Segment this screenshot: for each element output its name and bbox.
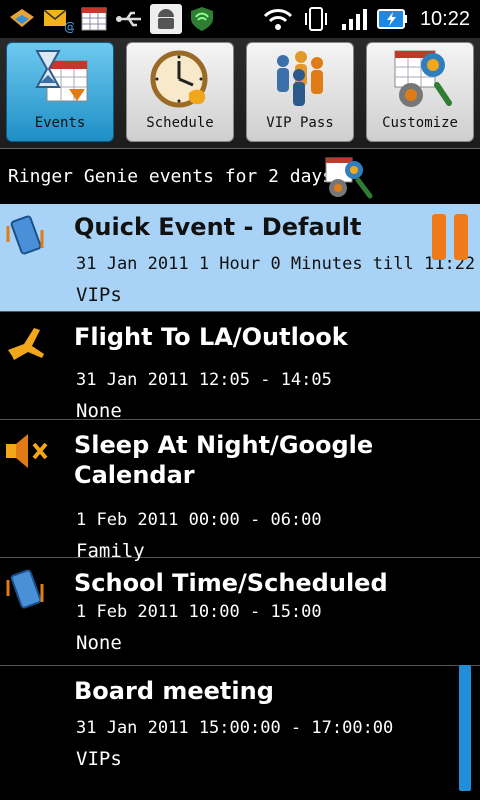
svg-text:@: @: [64, 20, 74, 33]
event-time: 1 Feb 2011 10:00 - 15:00: [76, 602, 322, 622]
vibrate-icon: [300, 4, 332, 34]
pause-icon: [432, 214, 446, 260]
event-title: Quick Event - Default: [74, 213, 362, 241]
app-icon: [6, 4, 38, 34]
calendar-settings-icon[interactable]: [324, 156, 376, 200]
list-item[interactable]: Flight To LA/Outlook 31 Jan 2011 12:05 -…: [0, 312, 480, 422]
event-who: None: [76, 400, 122, 422]
list-item[interactable]: Sleep At Night/Google Calendar 1 Feb 201…: [0, 420, 480, 562]
clock-icon: [149, 47, 213, 111]
tab-vip-pass-label: VIP Pass: [266, 115, 334, 131]
calendar-icon: [78, 4, 110, 34]
event-title: Board meeting: [74, 677, 274, 705]
tab-events-label: Events: [34, 115, 86, 131]
event-who: VIPs: [76, 284, 122, 306]
shield-icon: [186, 4, 218, 34]
tab-customize[interactable]: Customize: [366, 42, 474, 142]
events-header: Ringer Genie events for 2 days:: [8, 166, 344, 187]
vibrate-phone-icon: [4, 212, 50, 258]
event-title: School Time/Scheduled: [74, 569, 388, 597]
signal-icon: [338, 4, 370, 34]
tab-vip-pass[interactable]: VIP Pass: [246, 42, 354, 142]
tab-schedule[interactable]: Schedule: [126, 42, 234, 142]
event-time: 31 Jan 2011 1 Hour 0 Minutes till 11:22: [76, 254, 476, 274]
android-icon: [150, 4, 182, 34]
gear-calendar-icon: [389, 47, 453, 111]
event-who: None: [76, 632, 122, 654]
list-item[interactable]: School Time/Scheduled 1 Feb 2011 10:00 -…: [0, 558, 480, 666]
email-icon: @: [42, 4, 74, 34]
list-item[interactable]: Board meeting 31 Jan 2011 15:00:00 - 17:…: [0, 666, 480, 774]
status-clock: 10:22: [419, 7, 470, 30]
tab-customize-label: Customize: [382, 115, 458, 131]
tab-schedule-label: Schedule: [146, 115, 214, 131]
battery-icon: [376, 4, 408, 34]
event-time: 31 Jan 2011 12:05 - 14:05: [76, 370, 332, 390]
event-list: Quick Event - Default 31 Jan 2011 1 Hour…: [0, 204, 480, 774]
tab-events[interactable]: Events: [6, 42, 114, 142]
tab-bar: Events Schedule VIP Pass Customize: [0, 38, 480, 149]
airplane-icon: [4, 320, 50, 366]
event-title: Sleep At Night/Google: [74, 431, 374, 459]
list-scrollbar[interactable]: [459, 665, 471, 791]
pause-button[interactable]: [432, 214, 472, 260]
vibrate-phone-icon: [4, 566, 50, 612]
list-item[interactable]: Quick Event - Default 31 Jan 2011 1 Hour…: [0, 204, 480, 312]
event-time: 1 Feb 2011 00:00 - 06:00: [76, 510, 322, 530]
people-icon: [269, 47, 333, 111]
usb-icon: [114, 4, 146, 34]
mute-speaker-icon: [4, 428, 50, 474]
event-title: Flight To LA/Outlook: [74, 323, 348, 351]
status-bar: @ 10:22: [0, 0, 480, 38]
event-who: VIPs: [76, 748, 122, 770]
event-time: 31 Jan 2011 15:00:00 - 17:00:00: [76, 718, 394, 738]
event-title-continued: Calendar: [74, 461, 195, 489]
wifi-icon: [262, 4, 294, 34]
hourglass-calendar-icon: [29, 47, 93, 111]
